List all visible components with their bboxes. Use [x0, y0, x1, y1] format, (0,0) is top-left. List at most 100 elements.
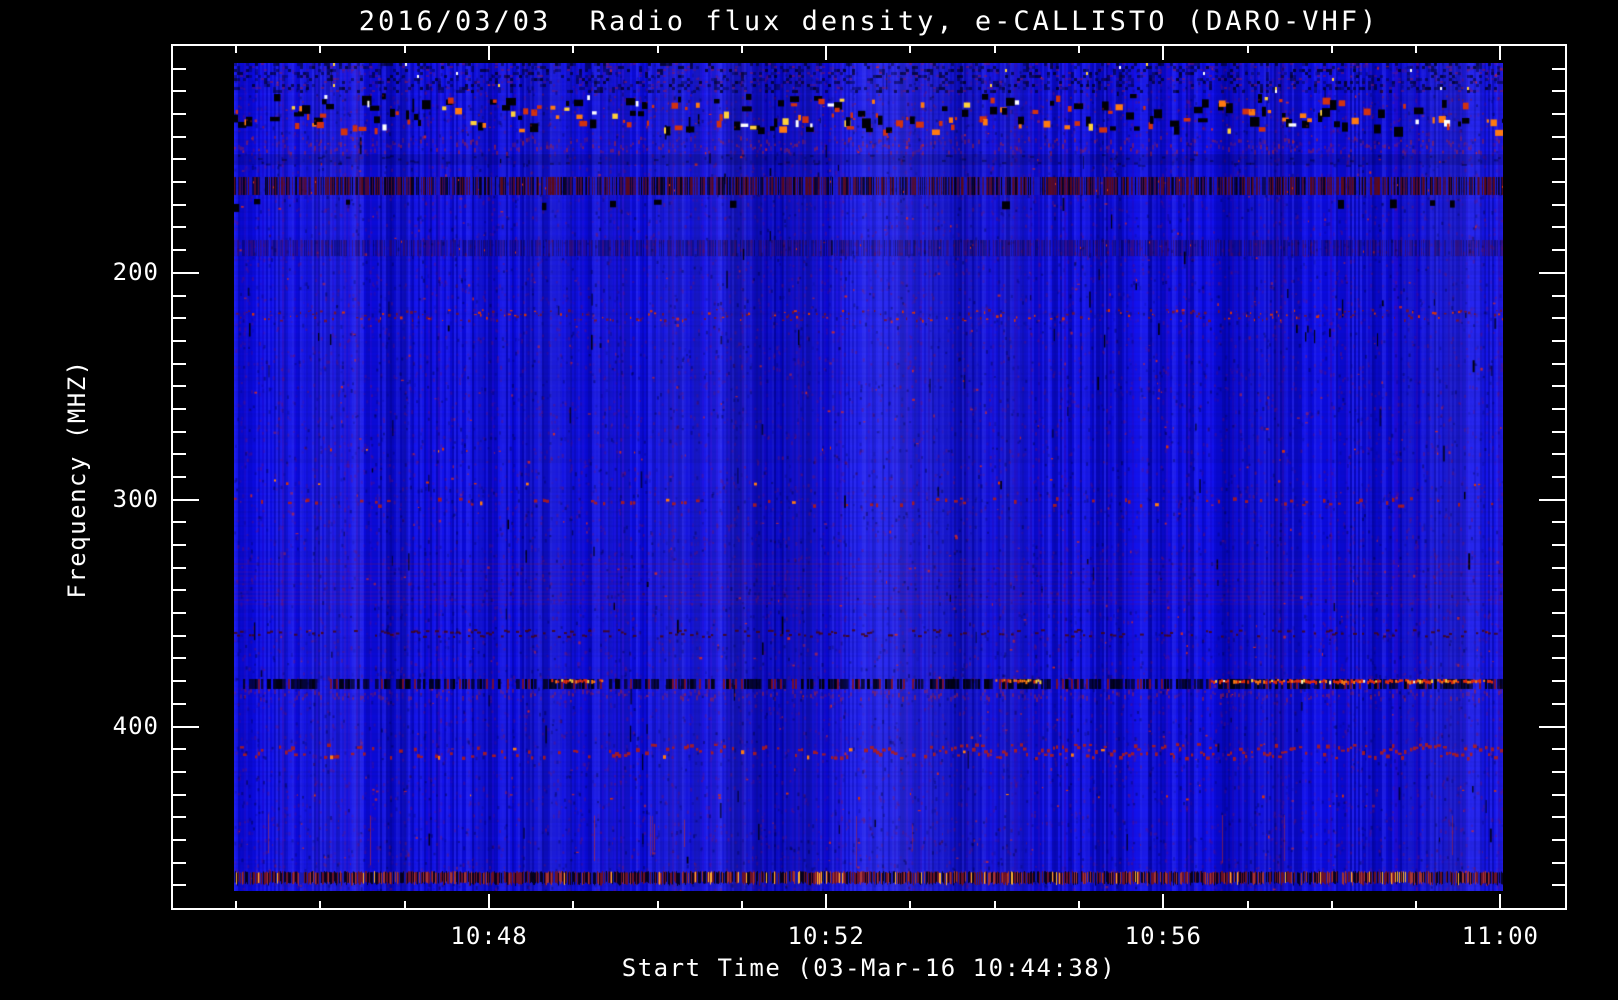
y-tick: [173, 181, 186, 184]
y-tick: [1552, 521, 1565, 524]
x-tick: [1162, 894, 1165, 908]
y-tick: [1552, 680, 1565, 683]
y-tick: [173, 725, 199, 728]
y-tick: [1539, 271, 1565, 274]
y-tick: [173, 476, 186, 478]
y-tick: [1552, 226, 1565, 229]
x-tick: [1499, 46, 1502, 60]
plot-frame: 2016/03/03 Radio flux density, e-CALLIST…: [63, 6, 1567, 982]
y-tick: [173, 702, 186, 705]
y-tick: [173, 113, 186, 116]
x-tick-label: 10:48: [450, 922, 528, 950]
y-tick-label: 400: [112, 711, 159, 740]
y-tick: [173, 430, 186, 433]
x-tick: [319, 901, 322, 908]
y-tick: [173, 838, 186, 841]
y-tick-label: 300: [112, 484, 159, 513]
x-tick: [1162, 46, 1165, 60]
y-tick: [1552, 339, 1565, 342]
y-tick: [173, 884, 186, 887]
y-tick: [173, 657, 186, 660]
x-tick: [1077, 46, 1080, 53]
y-tick: [1552, 203, 1565, 206]
x-tick: [403, 901, 406, 908]
y-tick: [1552, 407, 1565, 410]
x-tick: [1246, 901, 1249, 908]
y-tick: [173, 816, 186, 819]
y-tick: [173, 226, 186, 229]
y-tick: [173, 90, 186, 93]
x-tick: [1499, 894, 1502, 908]
y-tick: [173, 680, 186, 683]
y-tick: [1552, 612, 1565, 615]
x-tick: [740, 901, 743, 908]
y-tick: [1552, 362, 1565, 365]
x-tick: [1330, 901, 1333, 908]
y-tick: [1552, 544, 1565, 547]
y-tick: [173, 135, 186, 138]
x-tick: [825, 894, 828, 908]
x-tick: [235, 901, 238, 908]
x-tick: [1415, 46, 1418, 53]
y-tick: [1552, 158, 1565, 161]
y-tick: [1552, 634, 1565, 637]
y-tick: [1552, 181, 1565, 184]
y-tick: [173, 407, 186, 410]
y-tick: [1552, 317, 1565, 320]
x-tick: [740, 46, 743, 53]
y-tick: [1552, 453, 1565, 456]
y-tick: [173, 294, 186, 297]
x-tick: [1246, 46, 1249, 53]
x-tick-label: 10:56: [1124, 922, 1202, 950]
y-tick: [173, 521, 186, 524]
y-tick: [173, 67, 186, 70]
x-tick-label: 11:00: [1461, 922, 1539, 950]
y-tick: [173, 793, 186, 796]
x-tick: [656, 46, 659, 53]
x-tick: [909, 46, 912, 53]
y-tick: [1539, 498, 1565, 501]
y-axis-title-text: Frequency (MHZ): [63, 359, 91, 599]
y-tick: [1552, 566, 1565, 569]
y-tick: [173, 544, 186, 547]
y-tick: [173, 317, 186, 320]
y-tick: [1552, 770, 1565, 773]
y-tick: [1552, 748, 1565, 751]
chart-title: 2016/03/03 Radio flux density, e-CALLIST…: [358, 6, 1380, 37]
x-axis-title: Start Time (03-Mar-16 10:44:38): [621, 954, 1117, 982]
y-tick: [1552, 816, 1565, 819]
y-tick: [1552, 430, 1565, 433]
y-tick: [173, 453, 186, 456]
y-tick: [1539, 725, 1565, 728]
x-tick: [488, 46, 491, 60]
y-tick: [173, 634, 186, 637]
y-tick: [173, 203, 186, 206]
y-tick: [1552, 135, 1565, 138]
y-tick: [1552, 657, 1565, 660]
y-tick: [173, 498, 199, 501]
spectrogram-canvas: [234, 63, 1503, 891]
y-tick-label: 200: [112, 257, 159, 286]
x-tick: [572, 46, 575, 53]
y-tick: [173, 271, 199, 274]
y-tick: [173, 861, 186, 864]
x-tick: [488, 894, 491, 908]
x-tick: [235, 46, 238, 53]
x-tick-label: 10:52: [787, 922, 865, 950]
x-tick: [993, 46, 996, 53]
x-tick: [993, 901, 996, 908]
y-tick: [1552, 476, 1565, 478]
y-tick: [1552, 294, 1565, 297]
spectrogram-page: 2016/03/03 Radio flux density, e-CALLIST…: [0, 0, 1618, 1000]
x-tick: [1330, 46, 1333, 53]
y-tick: [173, 748, 186, 751]
y-tick: [173, 339, 186, 342]
y-tick: [173, 612, 186, 615]
x-tick: [572, 901, 575, 908]
y-tick: [173, 249, 186, 252]
y-tick: [173, 589, 186, 592]
y-tick: [1552, 113, 1565, 116]
x-tick: [1415, 901, 1418, 908]
y-tick: [1552, 702, 1565, 705]
y-tick: [1552, 793, 1565, 796]
